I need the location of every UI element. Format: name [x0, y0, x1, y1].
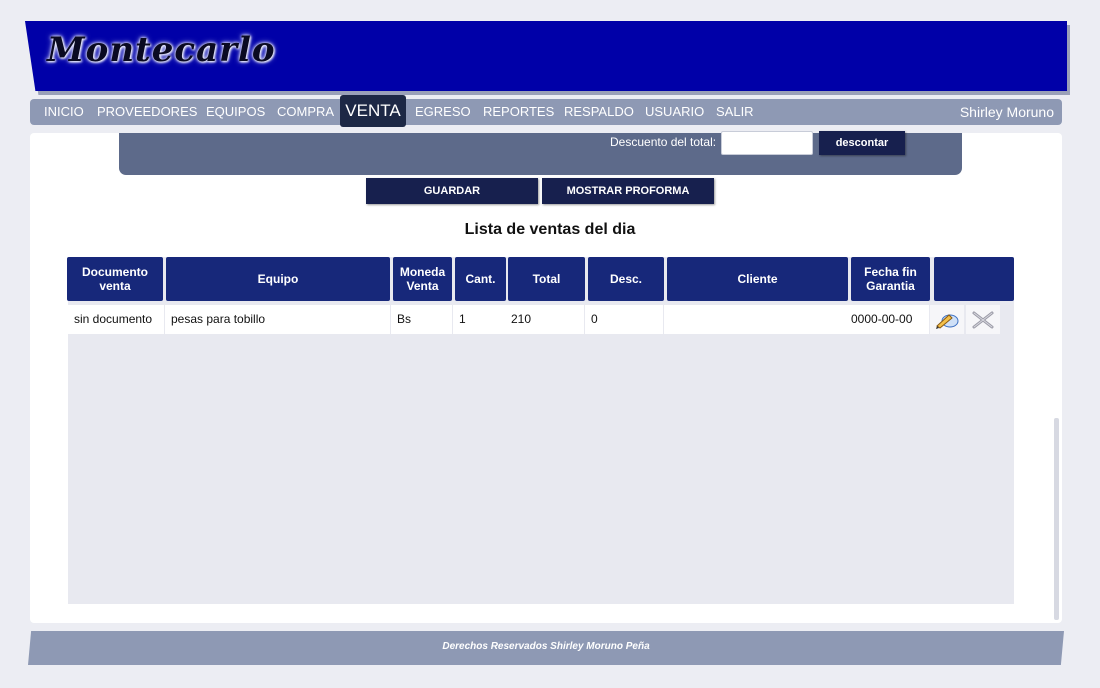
main-nav: INICIO PROVEEDORES EQUIPOS COMPRA EGRESO…: [30, 99, 1062, 125]
current-user-name: Shirley Moruno: [959, 104, 1054, 120]
cell-cant: 1: [453, 305, 506, 334]
cell-cliente: [664, 305, 846, 334]
nav-venta-active[interactable]: VENTA: [340, 95, 406, 127]
edit-button[interactable]: [930, 305, 964, 334]
footer-copyright: Derechos Reservados Shirley Moruno Peña: [442, 641, 650, 652]
header-garantia: Fecha fin Garantia: [851, 257, 930, 301]
nav-respaldo[interactable]: RESPALDO: [564, 99, 634, 125]
cell-documento: sin documento: [68, 305, 164, 334]
edit-pencil-icon: [936, 313, 959, 329]
nav-compra[interactable]: COMPRA: [277, 99, 334, 125]
cell-garantia: 0000-00-00: [845, 305, 929, 334]
nav-usuario[interactable]: USUARIO: [645, 99, 704, 125]
header-total: Total: [508, 257, 585, 301]
header-moneda: Moneda Venta: [393, 257, 452, 301]
header-documento: Documento venta: [67, 257, 163, 301]
header-acciones: [934, 257, 1014, 301]
nav-proveedores[interactable]: PROVEEDORES: [97, 99, 197, 125]
montecarlo-logo: Montecarlo: [47, 30, 276, 70]
descontar-button[interactable]: descontar: [819, 131, 905, 155]
nav-equipos[interactable]: EQUIPOS: [206, 99, 265, 125]
cell-equipo: pesas para tobillo: [165, 305, 390, 334]
header-cant: Cant.: [455, 257, 506, 301]
cell-moneda: Bs: [391, 305, 452, 334]
cell-desc: 0: [585, 305, 663, 334]
header-cliente: Cliente: [667, 257, 848, 301]
nav-salir[interactable]: SALIR: [716, 99, 754, 125]
discount-label: Descuento del total:: [610, 135, 717, 149]
nav-inicio[interactable]: INICIO: [44, 99, 84, 125]
nav-egreso[interactable]: EGRESO: [415, 99, 471, 125]
nav-reportes[interactable]: REPORTES: [483, 99, 554, 125]
header-equipo: Equipo: [166, 257, 390, 301]
mostrar-proforma-button[interactable]: MOSTRAR PROFORMA: [542, 178, 714, 204]
cell-total: 210: [505, 305, 584, 334]
header-desc: Desc.: [588, 257, 664, 301]
vertical-scrollbar[interactable]: [1054, 418, 1059, 620]
guardar-button[interactable]: GUARDAR: [366, 178, 538, 204]
discount-input[interactable]: [721, 131, 813, 155]
sales-list-title: Lista de ventas del dia: [464, 221, 636, 238]
delete-x-icon: [972, 311, 994, 328]
delete-button[interactable]: [966, 305, 1000, 334]
